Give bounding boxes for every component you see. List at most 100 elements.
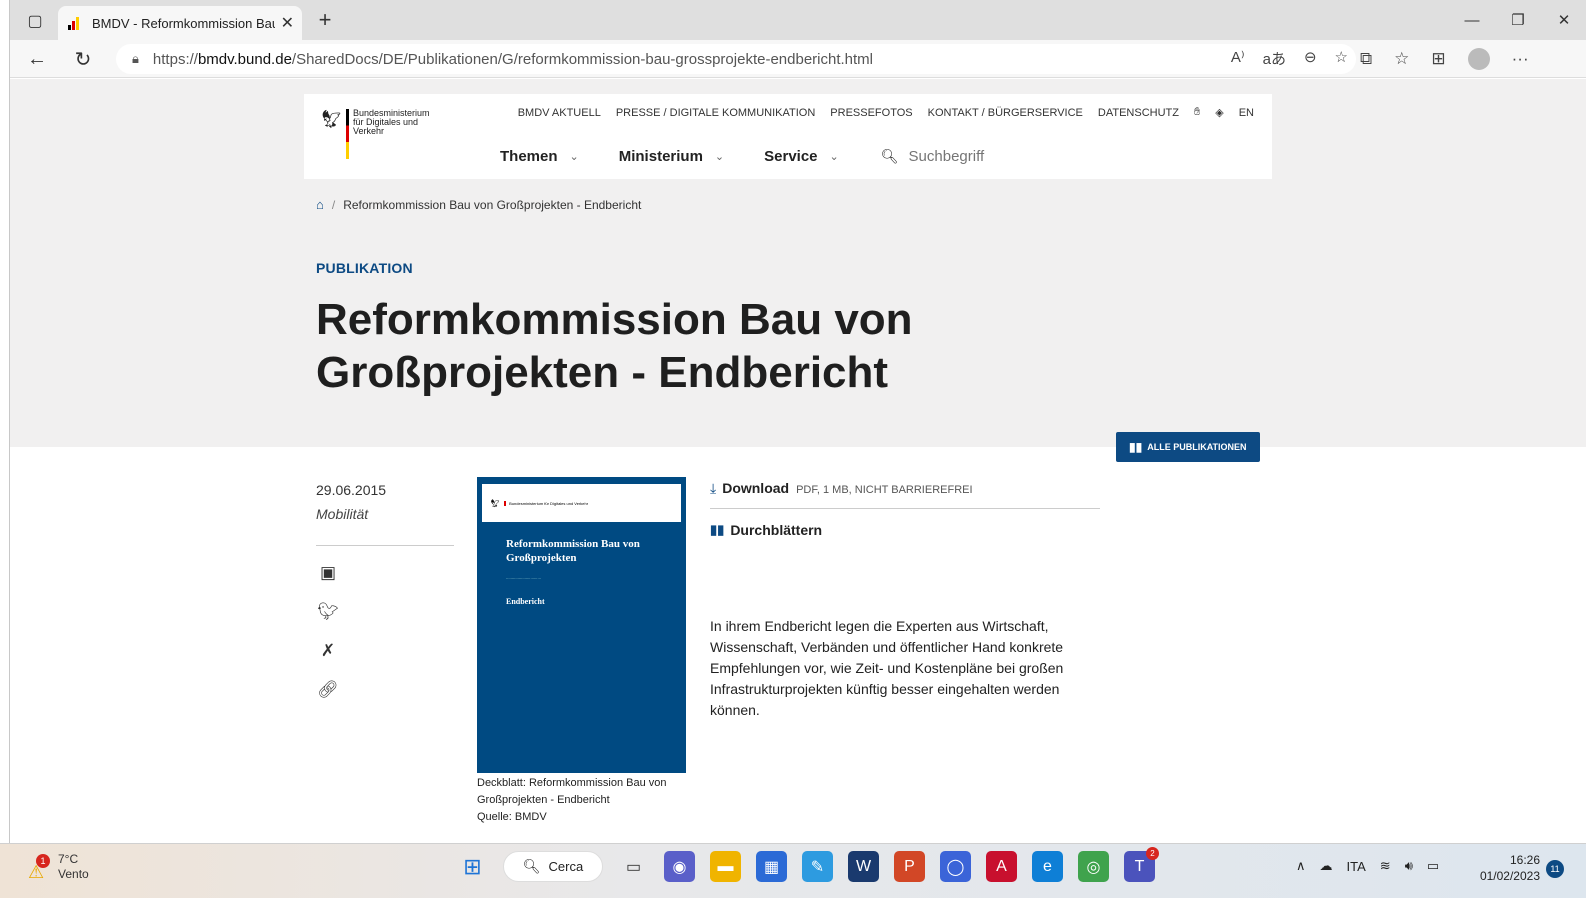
weather-text: 7°C Vento — [58, 852, 89, 882]
url-path: /SharedDocs/DE/Publikationen/G/reformkom… — [291, 50, 874, 68]
tab-close-icon[interactable]: ✕ — [281, 13, 294, 33]
edge-icon[interactable]: e — [1032, 851, 1063, 882]
photos-icon[interactable]: ✎ — [802, 851, 833, 882]
collections-icon[interactable]: ⊞ — [1431, 49, 1445, 69]
logo-text: Bundesministerium für Digitales und Verk… — [353, 108, 430, 136]
wifi-icon[interactable]: ≋ — [1380, 858, 1391, 874]
add-favorite-icon[interactable]: ☆ — [1335, 48, 1348, 69]
nav-ministerium-label: Ministerium — [618, 148, 703, 165]
close-window-icon[interactable]: ✕ — [1541, 0, 1586, 40]
breadcrumb-current: Reformkommission Bau von Großprojekten -… — [343, 197, 642, 212]
powerpoint-icon[interactable]: P — [894, 851, 925, 882]
teams-chat-icon[interactable]: ◉ — [664, 851, 695, 882]
chrome-icon[interactable]: ◎ — [1078, 851, 1109, 882]
main-nav: Themen ⌄ Ministerium ⌄ Service ⌄ 🔍︎ — [500, 148, 1049, 165]
file-explorer-icon[interactable]: ▬ — [710, 851, 741, 882]
translate-icon[interactable]: aあ — [1263, 48, 1286, 69]
taskbar-search[interactable]: 🔍︎ Cerca — [503, 851, 603, 882]
nav-themen-label: Themen — [500, 148, 558, 165]
clock-time: 16:26 — [1509, 853, 1540, 867]
taskbar-apps: ⊞ 🔍︎ Cerca ▭ ◉ ▬ ▦ ✎ W P ◯ A e ◎ T2 — [457, 847, 1159, 882]
url-host: bmdv.bund.de — [197, 50, 292, 68]
chat-app-icon[interactable]: ◯ — [940, 851, 971, 882]
download-label: Download — [722, 480, 790, 496]
twitter-icon[interactable]: 🐦︎ — [317, 602, 339, 622]
top-nav: BMDV AKTUELL PRESSE / DIGITALE KOMMUNIKA… — [518, 106, 1254, 119]
publication-category: Mobilität — [316, 506, 369, 522]
webex-icon[interactable]: W — [848, 851, 879, 882]
task-view-icon[interactable]: ▭ — [618, 851, 649, 882]
battery-icon[interactable]: ▭ — [1427, 858, 1439, 874]
browser-toolbar: ⧉ ☆ ⊞ ··· — [1360, 48, 1529, 70]
download-link[interactable]: ⤓ Download PDF, 1 MB, NICHT BARRIEREFREI — [710, 480, 973, 497]
lock-icon[interactable]: 🔒︎ — [132, 51, 139, 67]
topnav-datenschutz[interactable]: DATENSCHUTZ — [1098, 107, 1179, 119]
sign-language-icon[interactable]: ✋︎ — [1194, 106, 1200, 119]
url-field[interactable]: 🔒︎ https://bmdv.bund.de/SharedDocs/DE/Pu… — [116, 44, 1356, 74]
browse-link[interactable]: ▮▮ Durchblättern — [710, 522, 822, 538]
profile-avatar[interactable] — [1467, 48, 1490, 70]
favorites-icon[interactable]: ☆ — [1394, 49, 1409, 69]
taskbar: ⚠︎ 1 7°C Vento ⊞ 🔍︎ Cerca ▭ ◉ ▬ ▦ ✎ W P ◯… — [0, 843, 1586, 898]
read-aloud-icon[interactable]: A⁾ — [1231, 48, 1245, 69]
minimize-icon[interactable]: — — [1449, 0, 1495, 40]
nav-themen[interactable]: Themen ⌄ — [500, 148, 579, 165]
copy-link-icon[interactable]: 🔗︎ — [317, 680, 339, 700]
back-icon[interactable]: ← — [22, 46, 52, 72]
acrobat-icon[interactable]: A — [986, 851, 1017, 882]
book-icon: ▮▮ — [710, 522, 725, 537]
browse-label: Durchblättern — [730, 522, 823, 538]
teams-badge: 2 — [1146, 847, 1159, 860]
topnav-english[interactable]: EN — [1239, 107, 1254, 119]
topnav-kontakt[interactable]: KONTAKT / BÜRGERSERVICE — [928, 107, 1083, 119]
publication-description: In ihrem Endbericht legen die Experten a… — [710, 618, 1064, 718]
tab-actions-icon[interactable]: ▢ — [20, 8, 50, 34]
extensions-icon[interactable]: ⧉ — [1360, 49, 1372, 69]
nav-service[interactable]: Service ⌄ — [764, 148, 839, 165]
topnav-pressefotos[interactable]: PRESSEFOTOS — [830, 107, 912, 119]
breadcrumb-separator: / — [331, 197, 336, 212]
nav-ministerium[interactable]: Ministerium ⌄ — [619, 148, 724, 165]
weather-widget[interactable]: ⚠︎ 1 7°C Vento — [28, 852, 89, 882]
chevron-up-icon[interactable]: ∧ — [1296, 858, 1306, 874]
caption-text: Deckblatt: Reformkommission Bau von Groß… — [477, 777, 667, 806]
new-tab-icon[interactable]: + — [312, 8, 338, 34]
xing-icon[interactable]: ✗ — [318, 641, 338, 661]
search-icon: 🔍︎ — [522, 858, 541, 874]
page-title: Reformkommission Bau von Großprojekten -… — [316, 295, 913, 397]
chevron-down-icon: ⌄ — [829, 151, 839, 163]
home-icon[interactable]: ⌂ — [316, 197, 324, 212]
volume-icon[interactable]: 🔊︎ — [1405, 858, 1413, 874]
facebook-icon[interactable]: ▣ — [318, 563, 338, 583]
restore-icon[interactable]: ❐ — [1495, 0, 1541, 40]
browser-tab[interactable]: BMDV - Reformkommission Bau ✕ — [58, 6, 302, 40]
topnav-presse[interactable]: PRESSE / DIGITALE KOMMUNIKATION — [616, 107, 815, 119]
share-links: ▣ 🐦︎ ✗ 🔗︎ — [317, 563, 339, 700]
clock[interactable]: 16:26 01/02/2023 — [1476, 852, 1540, 884]
site-logo[interactable]: 🦅︎ Bundesministerium für Digitales und V… — [320, 109, 433, 159]
taskbar-search-label: Cerca — [548, 859, 584, 874]
system-tray: ∧ ☁︎ ITA ≋ 🔊︎ ▭ — [1296, 858, 1439, 874]
weather-condition: Vento — [58, 867, 89, 881]
chevron-down-icon: ⌄ — [714, 151, 725, 163]
all-publications-button[interactable]: ▮▮ ALLE PUBLIKATIONEN — [1116, 432, 1260, 462]
easy-language-icon[interactable]: ◈ — [1215, 106, 1223, 119]
topnav-aktuell[interactable]: BMDV AKTUELL — [518, 107, 601, 119]
windows-start-icon[interactable]: ⊞ — [457, 851, 488, 882]
teams-icon[interactable]: T2 — [1124, 847, 1159, 882]
publication-date: 29.06.2015 — [316, 482, 387, 498]
federal-eagle-icon: 🦅︎ — [320, 109, 343, 129]
refresh-icon[interactable]: ↻ — [68, 46, 98, 72]
onedrive-icon[interactable]: ☁︎ — [1320, 858, 1333, 874]
chevron-down-icon: ⌄ — [569, 151, 579, 163]
store-icon[interactable]: ▦ — [756, 851, 787, 882]
search-input[interactable] — [908, 148, 1049, 165]
language-indicator[interactable]: ITA — [1347, 859, 1366, 874]
site-search: 🔍︎ — [881, 148, 1049, 165]
notification-badge[interactable]: 11 — [1546, 860, 1564, 878]
search-icon[interactable]: 🔍︎ — [881, 148, 899, 165]
nav-service-label: Service — [764, 148, 818, 165]
more-menu-icon[interactable]: ··· — [1512, 49, 1529, 69]
zoom-out-icon[interactable]: ⊖ — [1304, 48, 1317, 69]
all-publications-label: ALLE PUBLIKATIONEN — [1147, 442, 1247, 452]
